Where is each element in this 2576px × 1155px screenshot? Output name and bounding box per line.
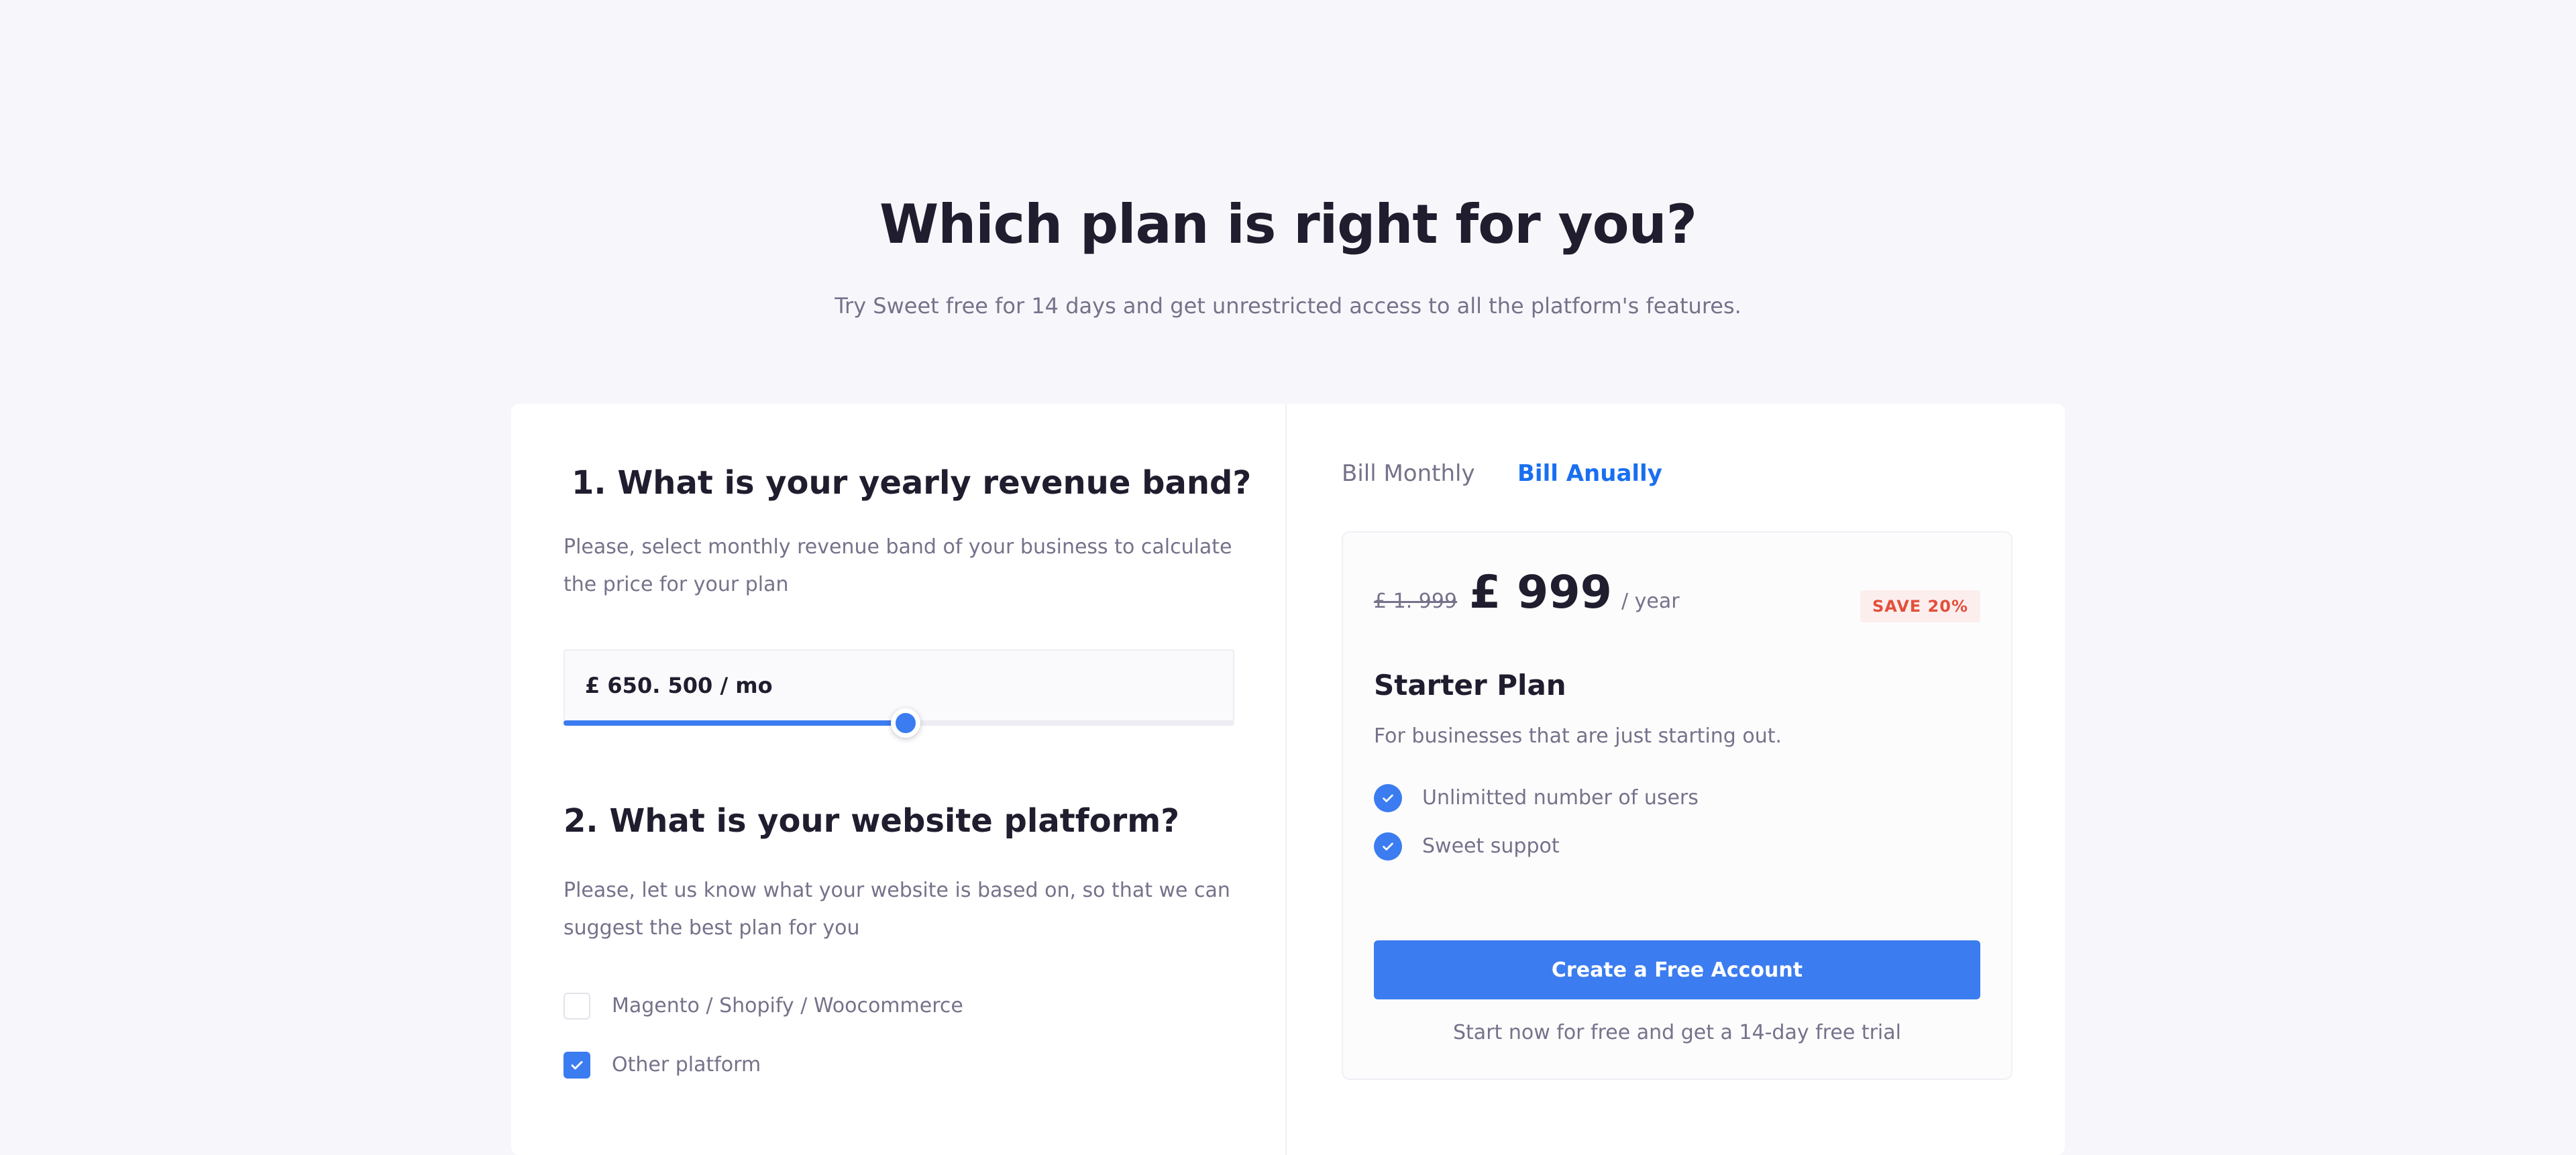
platform-question-title: 2. What is your website platform? [564,802,1180,840]
price-row: £ 1. 999 £ 999 / year [1374,566,1680,620]
revenue-slider-handle[interactable] [891,708,920,738]
save-badge: SAVE 20% [1860,590,1980,622]
feature-label: Unlimitted number of users [1422,786,1699,810]
panel-divider [1285,404,1287,1155]
revenue-slider-fill [564,720,906,726]
feature-label: Sweet suppot [1422,834,1560,858]
old-price: £ 1. 999 [1374,590,1458,613]
plan-name: Starter Plan [1374,669,1566,702]
page-subtitle: Try Sweet free for 14 days and get unres… [835,293,1741,319]
page-title: Which plan is right for you? [879,193,1697,256]
platform-option-label: Magento / Shopify / Woocommerce [612,994,963,1018]
feature-item: Sweet suppot [1374,832,1560,861]
platform-question-description: Please, let us know what your website is… [564,879,1230,940]
feature-item: Unlimitted number of users [1374,783,1699,813]
revenue-value: £ 650. 500 / mo [585,673,773,698]
revenue-question-description: Please, select monthly revenue band of y… [564,535,1232,596]
create-account-button[interactable]: Create a Free Account [1374,940,1980,999]
check-icon [571,1061,583,1070]
revenue-slider-track[interactable] [564,708,1234,738]
platform-option-label: Other platform [612,1053,761,1077]
price-period: / year [1621,590,1680,613]
current-price: £ 999 [1469,566,1612,619]
plan-card: £ 1. 999 £ 999 / year SAVE 20% Starter P… [1342,531,2012,1080]
platform-checkbox-magento[interactable] [564,993,590,1020]
platform-option-other[interactable]: Other platform [564,1050,761,1080]
check-circle-icon [1374,784,1402,812]
pricing-panel: 1. What is your yearly revenue band? Ple… [511,404,2065,1155]
tab-bill-annually[interactable]: Bill Anually [1517,457,1662,490]
cta-note: Start now for free and get a 14-day free… [1453,1021,1901,1044]
platform-checkbox-other[interactable] [564,1052,590,1079]
revenue-question-title: 1. What is your yearly revenue band? [572,464,1252,502]
tab-bill-monthly[interactable]: Bill Monthly [1342,457,1475,490]
plan-description: For businesses that are just starting ou… [1374,724,1782,748]
check-circle-icon [1374,832,1402,861]
platform-option-magento[interactable]: Magento / Shopify / Woocommerce [564,991,963,1021]
